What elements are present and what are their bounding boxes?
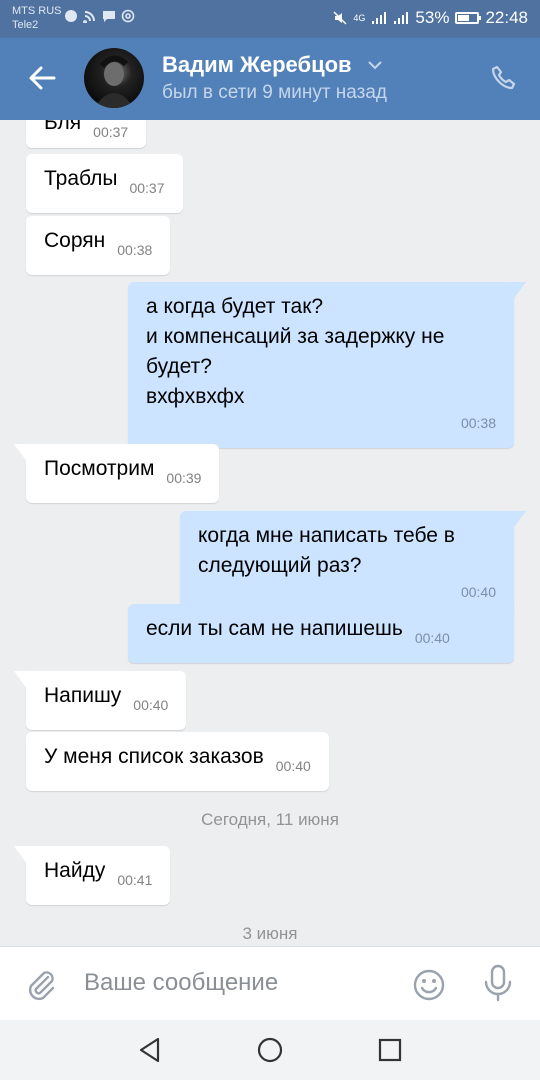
message-text: если ты сам не напишешь [146,617,403,640]
message-bubble[interactable]: Сорян 00:38 [26,216,171,275]
avatar-image [94,55,134,108]
message-composer [0,946,540,1020]
message-text: Траблы [44,167,118,190]
message-bubble[interactable]: Напишу 00:40 [14,671,187,730]
microphone-icon[interactable] [482,963,514,1003]
chat-bubble-icon [103,11,115,22]
message-time: 00:38 [117,242,153,258]
message-bubble[interactable]: У меня список заказов 00:40 [26,732,329,791]
viber-icon [65,10,77,22]
bubble-tail [510,282,526,304]
nav-recent-apps-icon[interactable] [376,1036,404,1064]
message-text: Напишу [44,684,122,707]
system-nav-bar [0,1020,540,1080]
message-bubble[interactable]: а когда будет так? и компенсаций за заде… [128,282,526,448]
message-time: 00:40 [460,584,496,600]
battery-icon [455,12,482,24]
message-time: 00:40 [275,758,311,774]
signal-2-icon [394,12,409,24]
message-time: 00:37 [93,124,129,140]
bubble-tail [14,846,30,868]
mute-icon [333,11,347,25]
message-list[interactable]: Бля 00:37 Траблы 00:37 Сорян 00:38 а когда … [0,120,540,946]
carrier-labels: MTS RUS Tele2 [12,4,62,32]
back-arrow-icon[interactable] [26,62,58,94]
message-text: когда мне написать тебе в следующий раз? [198,524,455,577]
paperclip-icon[interactable] [24,967,58,1001]
battery-percent: 53% [415,8,450,27]
message-bubble[interactable]: если ты сам не напишешь 00:40 [128,604,514,663]
date-separator: Сегодня, 11 июня [201,810,339,829]
message-text: Посмотрим [44,457,155,480]
at-sign-icon [121,9,135,23]
signal-icon [372,12,387,24]
carrier-1: MTS RUS [12,5,62,17]
avatar[interactable] [84,48,144,108]
date-separator: 3 июня [242,924,298,943]
battery-level [458,15,470,21]
message-time: 00:40 [133,697,169,713]
contact-status: был в сети 9 минут назад [162,82,388,103]
bubble-tail [510,511,526,533]
notification-icons [64,9,135,23]
emoji-icon[interactable] [412,968,446,1002]
status-bar: MTS RUS Tele2 4G 53% 22:48 [0,0,540,38]
message-bubble[interactable]: когда мне написать тебе в следующий раз?… [180,511,526,617]
message-bubble[interactable]: Бля 00:37 [26,120,147,148]
message-time: 00:39 [166,470,202,486]
chat-header: Вадим Жеребцов был в сети 9 минут назад [0,38,540,120]
system-status: 4G 53% 22:48 [333,8,528,28]
message-text: а когда будет так? и компенсаций за заде… [146,295,445,408]
carrier-2: Tele2 [12,19,39,31]
message-text: У меня список заказов [44,745,264,768]
message-input[interactable] [84,965,384,1001]
message-time: 00:40 [414,630,450,646]
message-bubble[interactable]: Посмотрим 00:39 [14,444,220,503]
message-time: 00:38 [460,415,496,431]
bubble-tail [14,444,30,466]
message-text: Сорян [44,229,106,252]
clock: 22:48 [485,8,528,27]
message-time: 00:41 [117,872,153,888]
nav-back-icon[interactable] [136,1036,164,1064]
message-bubble[interactable]: Найду 00:41 [14,846,171,905]
message-time: 00:37 [129,180,165,196]
chevron-down-icon[interactable] [368,60,382,70]
nav-home-icon[interactable] [256,1036,284,1064]
message-bubble[interactable]: Траблы 00:37 [26,154,183,213]
message-text: Найду [44,859,106,882]
rss-icon [83,11,95,23]
contact-name[interactable]: Вадим Жеребцов [162,52,352,78]
message-text: Бля [44,120,82,134]
phone-icon[interactable] [490,64,518,92]
network-type: 4G [353,13,366,23]
bubble-tail [14,671,30,693]
